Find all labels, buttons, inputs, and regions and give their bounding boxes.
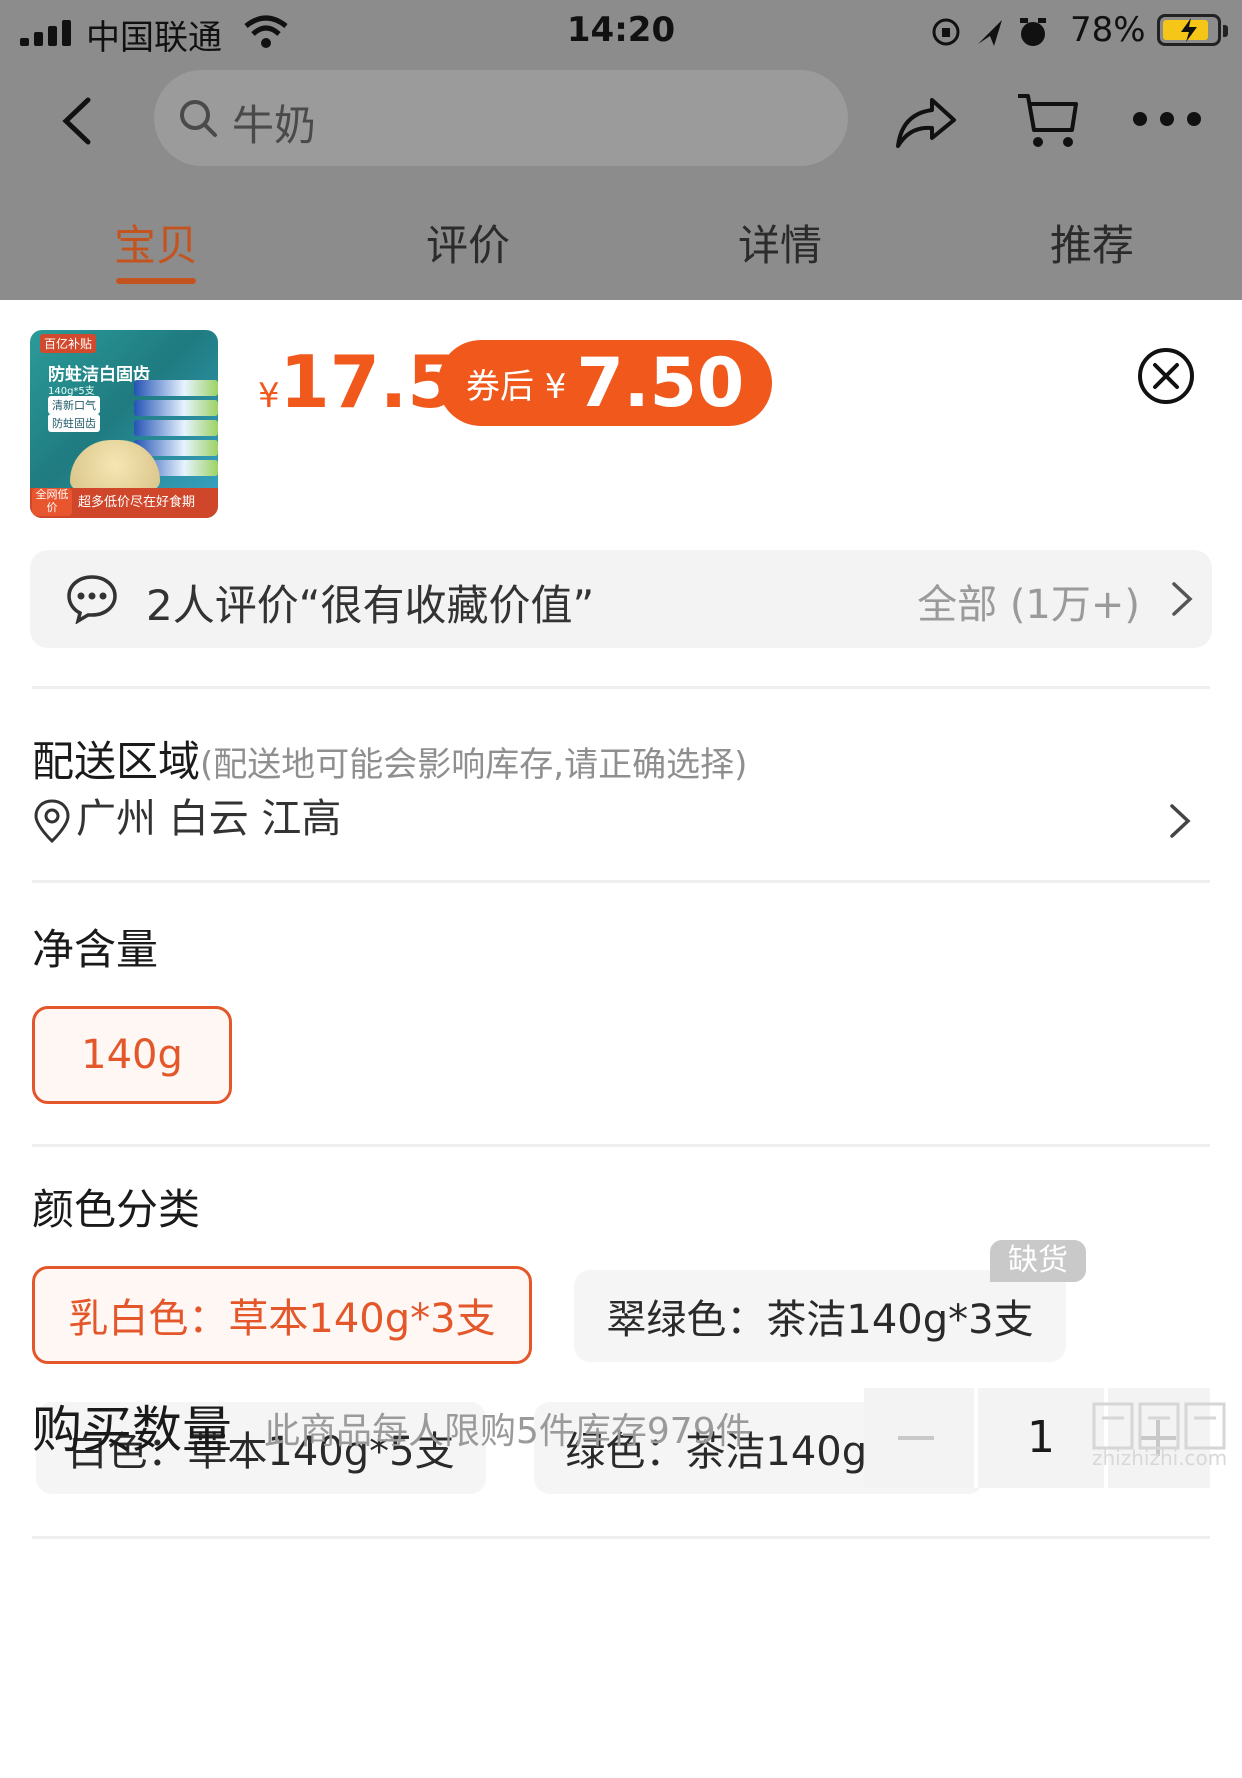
review-highlight: 2人评价“很有收藏价值” [146, 581, 595, 630]
tab-recommend[interactable]: 推荐 [1012, 212, 1172, 273]
watermark-text: zhizhizhi.com [1092, 1446, 1228, 1470]
chevron-right-icon[interactable] [1168, 802, 1192, 840]
color-title: 颜色分类 [32, 1185, 201, 1234]
color-option-milky-white-3[interactable]: 乳白色：草本140g*3支 [32, 1266, 532, 1364]
product-thumbnail[interactable]: 百亿补贴 防蛀洁白固齿 140g*5支 清新口气 防蛀固齿 超多低价尽在好食期 … [30, 330, 218, 518]
chevron-right-icon [1172, 582, 1193, 616]
out-of-stock-badge: 缺货 [990, 1240, 1086, 1282]
top-nav: 牛奶 [0, 68, 1242, 168]
divider [32, 880, 1210, 883]
search-input[interactable]: 牛奶 [154, 70, 848, 166]
purchase-limit-note: 此商品每人限购5件库存979件 [264, 1411, 752, 1452]
more-icon[interactable] [1132, 104, 1202, 134]
color-option-green-3[interactable]: 翠绿色：茶洁140g*3支 [574, 1270, 1066, 1362]
delivery-address[interactable]: 广州 白云 江高 [32, 786, 341, 844]
delivery-title: 配送区域(配送地可能会影响库存,请正确选择) [32, 737, 748, 786]
close-icon [1153, 363, 1179, 389]
divider [32, 1536, 1210, 1539]
share-icon[interactable] [894, 94, 958, 150]
divider [32, 686, 1210, 689]
quantity-title: 购买数量 [32, 1401, 232, 1459]
location-pin-icon [34, 799, 70, 844]
tab-details[interactable]: 详情 [700, 212, 860, 273]
status-bar: 中国联通 14:20 78% [0, 0, 1242, 62]
all-reviews-link[interactable]: 全部 (1万+) [917, 572, 1140, 630]
review-summary-bar[interactable]: 2人评价“很有收藏价值” 全部 (1万+) [30, 550, 1212, 648]
back-arrow-icon[interactable] [58, 96, 98, 146]
close-button[interactable] [1138, 348, 1194, 404]
search-placeholder: 牛奶 [232, 101, 317, 150]
divider [32, 1144, 1210, 1147]
sku-selector-sheet: 百亿补贴 防蛀洁白固齿 140g*5支 清新口气 防蛀固齿 超多低价尽在好食期 … [0, 300, 1242, 1778]
comment-icon [67, 575, 117, 624]
tab-reviews[interactable]: 评价 [388, 212, 548, 273]
coupon-price-badge: 券后 ¥ 7.50 [438, 340, 773, 426]
minus-icon[interactable] [864, 1388, 968, 1488]
tab-bar: 宝贝 评价 详情 推荐 [0, 212, 1242, 284]
delivery-hint: (配送地可能会影响库存,请正确选择) [200, 745, 748, 785]
tab-active-indicator [116, 278, 196, 284]
net-content-option[interactable]: 140g [32, 1006, 232, 1104]
battery-icon [1157, 14, 1228, 46]
status-icons [932, 18, 1046, 46]
search-icon [180, 100, 217, 137]
battery-percent: 78% [1070, 10, 1146, 50]
product-price: ¥17.5 [258, 340, 458, 424]
net-content-title: 净含量 [32, 925, 159, 974]
cart-icon[interactable] [1016, 92, 1080, 150]
dimmed-page-background[interactable]: 中国联通 14:20 78% 牛奶 宝贝 评价 详情 推荐 [0, 0, 1242, 300]
tab-item[interactable]: 宝贝 [76, 212, 236, 284]
quantity-value[interactable]: 1 [974, 1388, 1108, 1488]
